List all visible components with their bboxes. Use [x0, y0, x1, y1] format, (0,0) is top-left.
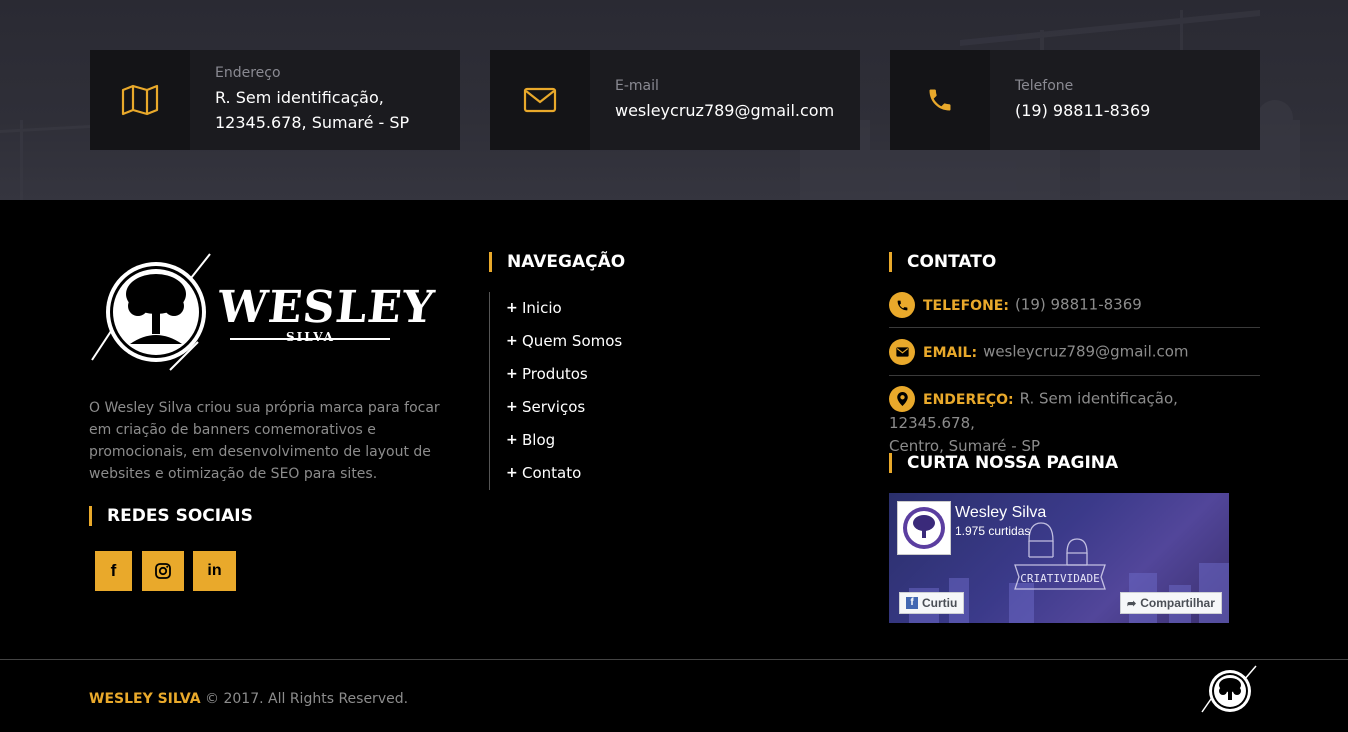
envelope-icon	[889, 339, 915, 365]
copyright-brand: WESLEY SILVA	[89, 691, 201, 707]
nav-item-inicio[interactable]: + Inicio	[506, 298, 562, 318]
cover-art-text: CRIATIVIDADE	[1020, 572, 1099, 585]
plus-icon: +	[506, 465, 518, 481]
footer-divider	[0, 659, 1348, 660]
facebook-page-widget[interactable]: CRIATIVIDADE Wesley Silva 1.975 curtidas…	[889, 493, 1229, 623]
phone-icon	[889, 292, 915, 318]
logo-subtitle: SILVA	[286, 330, 335, 344]
contact-divider	[889, 327, 1260, 328]
instagram-button[interactable]	[142, 551, 184, 591]
email-value[interactable]: wesleycruz789@gmail.com	[615, 98, 834, 123]
contact-address-label: ENDEREÇO:	[923, 391, 1014, 408]
logo-underline	[230, 338, 390, 340]
phone-icon	[890, 50, 990, 150]
address-info-box: Endereço R. Sem identificação, 12345.678…	[90, 50, 460, 150]
contact-email-value[interactable]: wesleycruz789@gmail.com	[983, 343, 1188, 361]
logo-name: WESLEY	[215, 282, 438, 333]
contact-phone-row: TELEFONE: (19) 98811-8369	[889, 292, 1260, 318]
linkedin-button[interactable]: in	[193, 551, 236, 591]
about-text: O Wesley Silva criou sua própria marca p…	[89, 400, 440, 482]
address-value-line2: 12345.678, Sumaré - SP	[215, 113, 410, 132]
address-label: Endereço	[215, 65, 281, 81]
nav-item-contato[interactable]: + Contato	[506, 463, 581, 483]
brand-logo[interactable]: WESLEY SILVA	[90, 252, 437, 372]
nav-item-produtos[interactable]: + Produtos	[506, 364, 588, 384]
plus-icon: +	[506, 399, 518, 415]
navigation-heading: NAVEGAÇÃO	[489, 252, 625, 272]
phone-value[interactable]: (19) 98811-8369	[1015, 98, 1150, 123]
facebook-page-name[interactable]: Wesley Silva	[955, 504, 1046, 522]
facebook-icon: f	[906, 597, 918, 609]
email-label: E-mail	[615, 77, 659, 94]
nav-item-blog[interactable]: + Blog	[506, 430, 555, 450]
nav-item-quem-somos[interactable]: + Quem Somos	[506, 331, 622, 351]
phone-info-box: Telefone (19) 98811-8369	[890, 50, 1260, 150]
linkedin-icon: in	[207, 562, 222, 579]
contact-address-row: ENDEREÇO: R. Sem identificação, 12345.678…	[889, 386, 1260, 458]
plus-icon: +	[506, 432, 518, 448]
envelope-icon	[490, 50, 590, 150]
facebook-button[interactable]: f	[95, 551, 132, 591]
tree-logo-icon	[903, 507, 945, 549]
contact-email-row: EMAIL: wesleycruz789@gmail.com	[889, 339, 1260, 365]
copyright-text: WESLEY SILVA © 2017. All Rights Reserved…	[89, 691, 408, 707]
location-pin-icon	[889, 386, 915, 412]
email-info-box: E-mail wesleycruz789@gmail.com	[490, 50, 860, 150]
navigation-list: + Inicio + Quem Somos + Produtos + Serviços …	[489, 292, 689, 490]
facebook-heading: CURTA NOSSA PAGINA	[889, 453, 1118, 473]
facebook-page-avatar[interactable]	[897, 501, 951, 555]
map-icon	[90, 50, 190, 150]
phone-label: Telefone	[1015, 77, 1074, 94]
contact-email-label: EMAIL:	[923, 344, 978, 361]
share-arrow-icon: ➦	[1127, 597, 1137, 610]
facebook-icon: f	[110, 561, 117, 580]
footer-logo-icon[interactable]	[1200, 664, 1260, 716]
contact-info-band: Endereço R. Sem identificação, 12345.678…	[0, 0, 1348, 200]
contact-phone-value[interactable]: (19) 98811-8369	[1015, 296, 1142, 314]
nav-item-servicos[interactable]: + Serviços	[506, 397, 585, 417]
contact-divider	[889, 375, 1260, 376]
facebook-like-button[interactable]: f Curtiu	[899, 592, 965, 614]
facebook-like-count: 1.975 curtidas	[955, 524, 1031, 538]
plus-icon: +	[506, 333, 518, 349]
tree-logo-icon	[1201, 665, 1257, 713]
copyright-rights: © 2017. All Rights Reserved.	[200, 691, 409, 707]
plus-icon: +	[506, 366, 518, 382]
social-heading: REDES SOCIAIS	[89, 506, 253, 526]
instagram-icon	[155, 563, 171, 579]
address-value-line1: R. Sem identificação,	[215, 88, 384, 107]
facebook-share-button[interactable]: ➦ Compartilhar	[1120, 592, 1222, 614]
contact-heading: CONTATO	[889, 252, 996, 272]
plus-icon: +	[506, 300, 518, 316]
contact-phone-label: TELEFONE:	[923, 297, 1009, 314]
